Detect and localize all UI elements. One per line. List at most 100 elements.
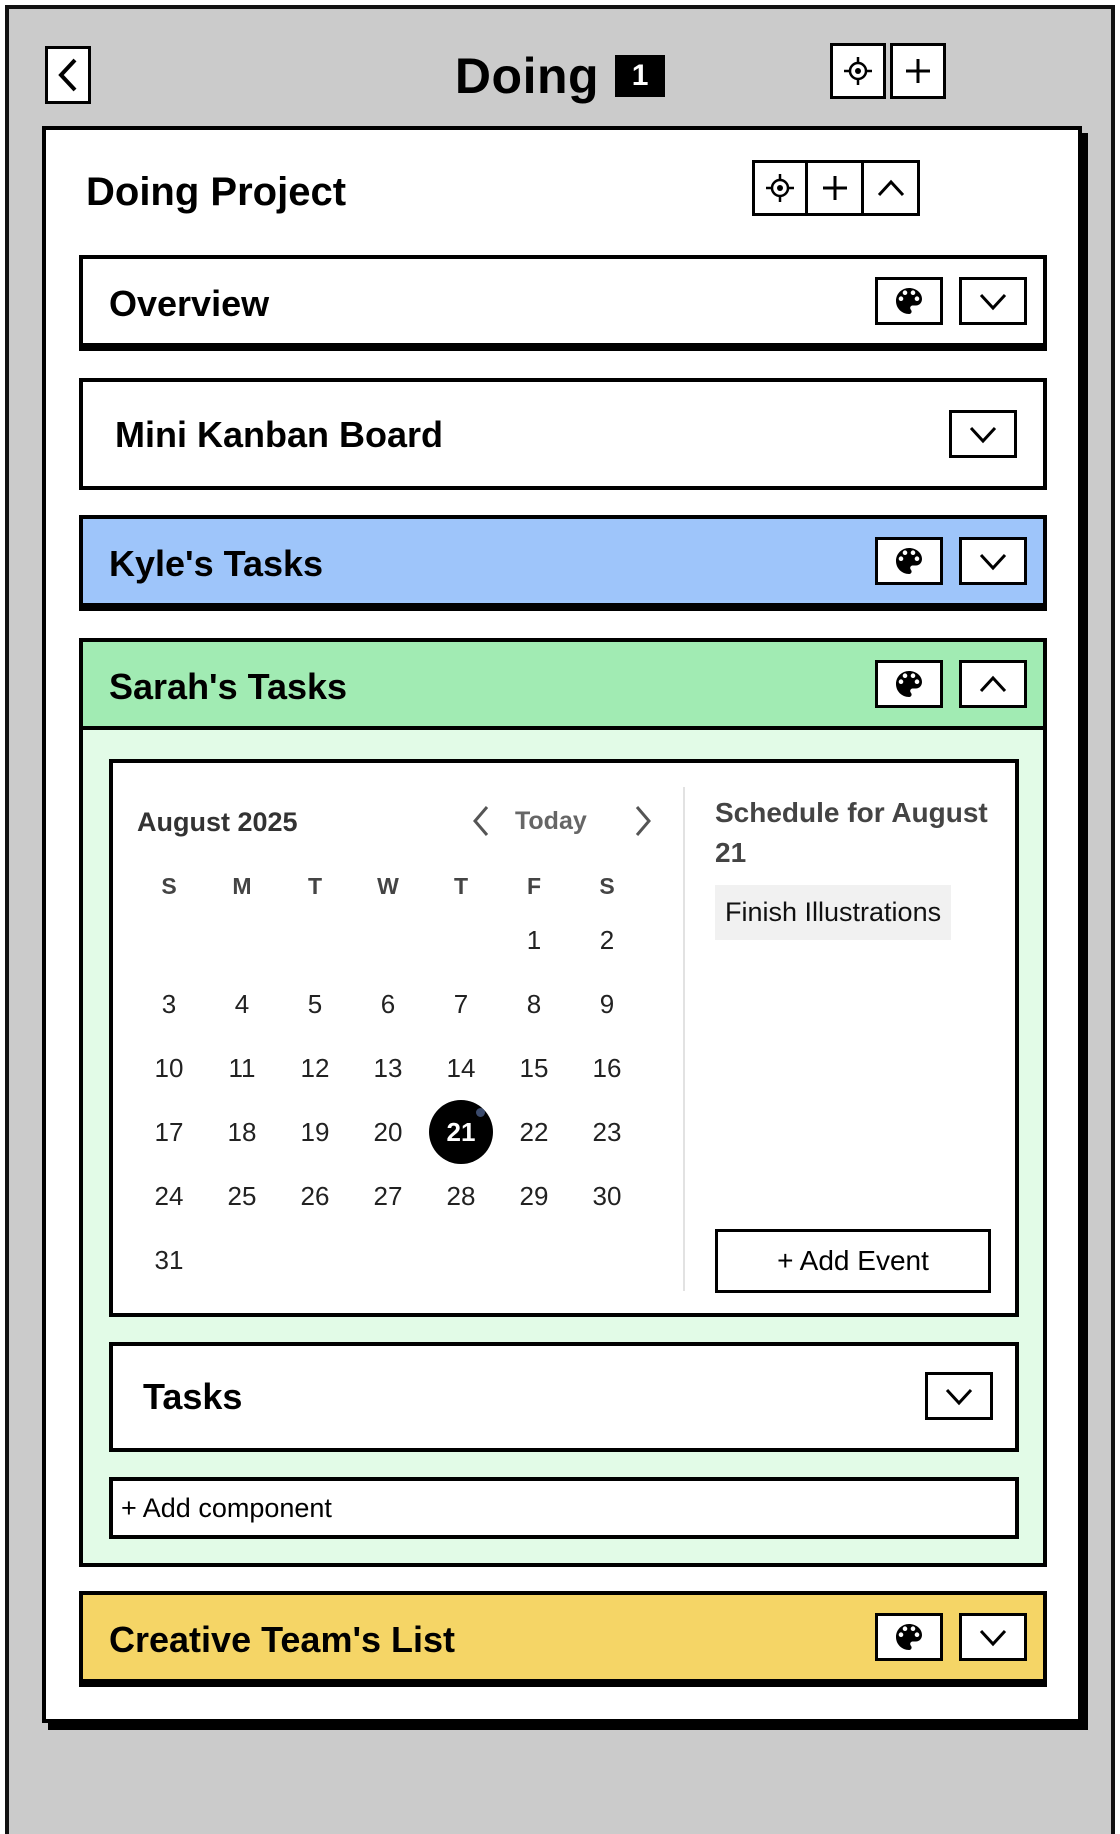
chevron-down-icon (969, 426, 997, 444)
calendar-day[interactable]: 20 (356, 1100, 420, 1164)
schedule-title: Schedule for August 21 (715, 797, 988, 868)
section-creative-team: Creative Team's List (79, 1591, 1047, 1687)
calendar-day[interactable]: 17 (137, 1100, 201, 1164)
calendar-month: August 2025 (137, 807, 298, 837)
tasks-card: Tasks (109, 1342, 1019, 1452)
calendar-day[interactable]: 8 (502, 972, 566, 1036)
calendar-day[interactable]: 25 (210, 1164, 274, 1228)
palette-icon (896, 548, 922, 574)
top-actions (830, 43, 946, 99)
chevron-right-icon (635, 806, 651, 836)
sarah-collapse-button[interactable] (959, 660, 1027, 708)
weekday-label: T (307, 873, 323, 899)
chevron-down-icon (945, 1388, 973, 1406)
project-add-button[interactable] (808, 160, 864, 216)
calendar-day[interactable]: 23 (575, 1100, 639, 1164)
overview-expand-button[interactable] (959, 277, 1027, 325)
project-collapse-button[interactable] (864, 160, 920, 216)
event-item[interactable]: Finish Illustrations (715, 885, 952, 940)
chevron-down-icon (979, 1629, 1007, 1647)
focus-button[interactable] (830, 43, 886, 99)
calendar-day[interactable]: 10 (137, 1036, 201, 1100)
calendar-day[interactable]: 22 (502, 1100, 566, 1164)
sarah-palette-button[interactable] (875, 660, 943, 708)
calendar-day[interactable]: 18 (210, 1100, 274, 1164)
section-title: Overview (109, 283, 270, 324)
calendar-day[interactable]: 12 (283, 1036, 347, 1100)
creative-expand-button[interactable] (959, 1613, 1027, 1661)
calendar-day[interactable]: 9 (575, 972, 639, 1036)
section-title: Mini Kanban Board (115, 414, 444, 455)
chevron-up-icon (877, 179, 904, 197)
calendar-day[interactable]: 7 (429, 972, 493, 1036)
calendar-day[interactable]: 14 (429, 1036, 493, 1100)
weekday-label: T (453, 873, 469, 899)
project-actions (752, 160, 920, 216)
calendar-day[interactable]: 24 (137, 1164, 201, 1228)
calendar-day[interactable]: 27 (356, 1164, 420, 1228)
calendar-day[interactable]: 6 (356, 972, 420, 1036)
calendar-day[interactable]: 3 (137, 972, 201, 1036)
today-button[interactable]: Today (515, 801, 587, 841)
add-button[interactable] (890, 43, 946, 99)
calendar-day[interactable]: 30 (575, 1164, 639, 1228)
weekday-label: F (526, 873, 542, 899)
calendar-day[interactable]: 13 (356, 1036, 420, 1100)
section-title: Kyle's Tasks (109, 543, 324, 584)
palette-icon (896, 671, 922, 697)
creative-palette-button[interactable] (875, 1613, 943, 1661)
plus-icon (822, 176, 847, 200)
chevron-left-icon (473, 806, 489, 836)
calendar-day[interactable]: 28 (429, 1164, 493, 1228)
section-title: Creative Team's List (109, 1619, 456, 1660)
calendar-day[interactable]: 19 (283, 1100, 347, 1164)
project-card: Doing Project Overview Mini Kanban Board… (42, 126, 1082, 1723)
chevron-down-icon (979, 293, 1007, 311)
section-title: Sarah's Tasks (109, 666, 348, 707)
weekday-label: M (232, 873, 252, 899)
section-kyles-tasks: Kyle's Tasks (79, 515, 1047, 611)
calendar-day[interactable]: 26 (283, 1164, 347, 1228)
next-month-button[interactable] (633, 801, 653, 841)
weekday-label: W (377, 873, 399, 899)
weekday-label: S (599, 873, 615, 899)
top-bar: Doing 1 (9, 9, 1111, 129)
page-title: Doing (454, 48, 600, 104)
palette-icon (896, 1624, 922, 1650)
kanban-expand-button[interactable] (949, 410, 1017, 458)
calendar-divider (683, 787, 685, 1291)
calendar-day[interactable]: 31 (137, 1228, 201, 1292)
calendar-day[interactable]: 15 (502, 1036, 566, 1100)
overview-palette-button[interactable] (875, 277, 943, 325)
app-frame: Doing 1 Doing Project Overview Mini Kanb… (5, 5, 1115, 1834)
calendar-day[interactable]: 16 (575, 1036, 639, 1100)
calendar-day-selected[interactable]: 21 (429, 1100, 493, 1164)
crosshair-icon (766, 174, 794, 202)
calendar-day[interactable]: 4 (210, 972, 274, 1036)
prev-month-button[interactable] (471, 801, 491, 841)
palette-icon (896, 288, 922, 314)
tasks-title: Tasks (143, 1376, 243, 1417)
count-badge: 1 (615, 55, 666, 97)
calendar-day[interactable]: 29 (502, 1164, 566, 1228)
kyle-expand-button[interactable] (959, 537, 1027, 585)
crosshair-icon (844, 57, 872, 85)
tasks-expand-button[interactable] (925, 1372, 993, 1420)
chevron-down-icon (979, 553, 1007, 571)
kyle-palette-button[interactable] (875, 537, 943, 585)
section-sarahs-tasks: Sarah's Tasks August 2025 Today SMTWTFS … (79, 638, 1047, 1567)
section-overview: Overview (79, 255, 1047, 351)
weekday-label: S (161, 873, 177, 899)
section-mini-kanban: Mini Kanban Board (79, 378, 1047, 490)
calendar-day[interactable]: 11 (210, 1036, 274, 1100)
calendar-widget: August 2025 Today SMTWTFS 1 2 3 4 5 6 7 8 9 10 11 1… (109, 759, 1019, 1317)
add-event-button[interactable]: + Add Event (715, 1229, 991, 1293)
calendar-day[interactable]: 5 (283, 972, 347, 1036)
add-component-button[interactable]: + Add component (109, 1477, 1019, 1539)
calendar-day[interactable]: 1 (502, 908, 566, 972)
chevron-up-icon (979, 675, 1007, 693)
calendar-day[interactable]: 2 (575, 908, 639, 972)
plus-icon (906, 59, 930, 83)
project-title: Doing Project (86, 170, 347, 214)
project-focus-button[interactable] (752, 160, 808, 216)
